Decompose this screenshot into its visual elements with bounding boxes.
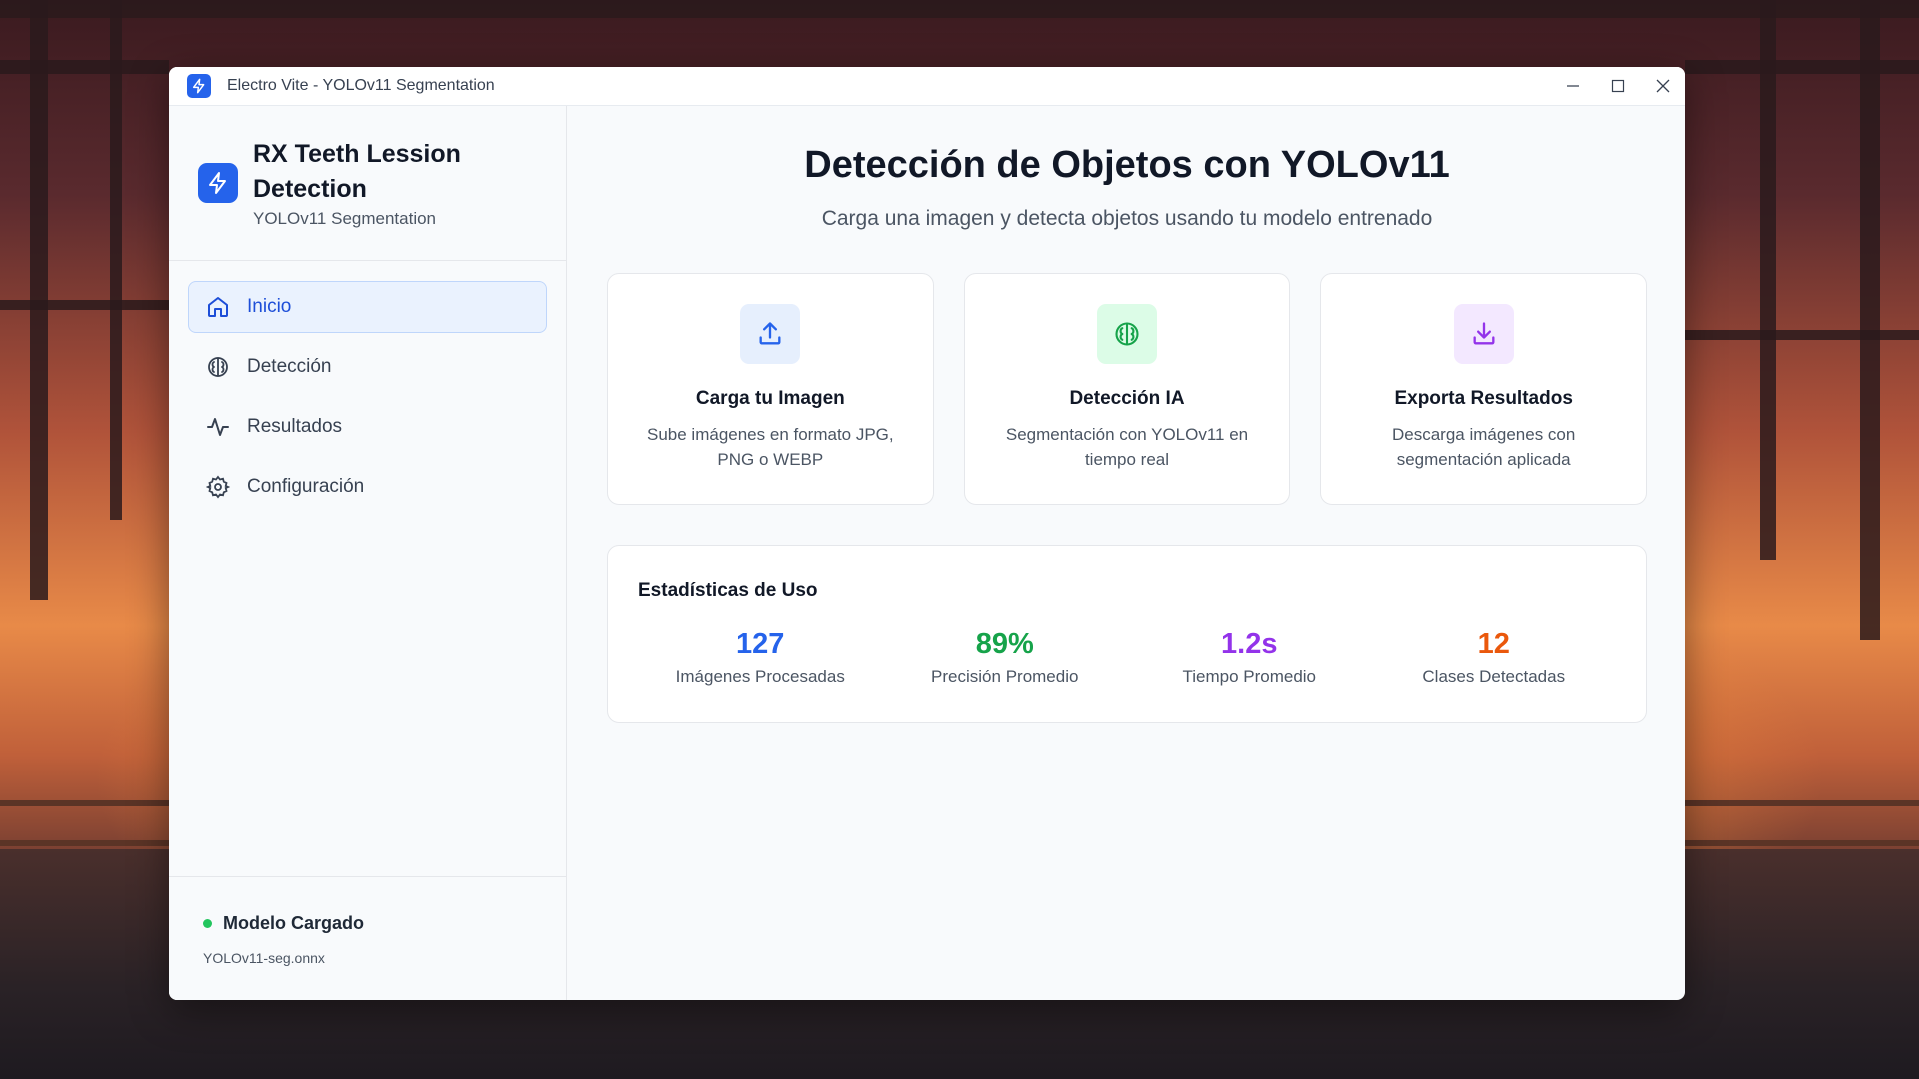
sidebar-item-configuracion[interactable]: Configuración <box>188 461 547 513</box>
sidebar: RX Teeth Lession Detection YOLOv11 Segme… <box>169 106 567 1000</box>
activity-icon <box>205 414 231 440</box>
sidebar-item-label: Detección <box>247 356 332 377</box>
app-bolt-icon <box>187 74 211 98</box>
card-description: Segmentación con YOLOv11 en tiempo real <box>1005 425 1249 469</box>
model-file-name: YOLOv11-seg.onnx <box>203 950 325 966</box>
bolt-icon <box>198 163 238 203</box>
gear-icon <box>205 474 231 500</box>
card-description: Sube imágenes en formato JPG, PNG o WEBP <box>647 425 894 469</box>
stat-label: Tiempo Promedio <box>1182 667 1317 686</box>
stat-value: 89% <box>975 628 1034 660</box>
sidebar-item-label: Inicio <box>247 296 292 317</box>
app-window: Electro Vite - YOLOv11 Segmentation RX T… <box>169 67 1685 1000</box>
close-button[interactable] <box>1640 67 1685 105</box>
stat-average-time: 1.2s Tiempo Promedio <box>1127 628 1372 687</box>
maximize-icon <box>1611 79 1624 93</box>
status-dot <box>203 919 212 928</box>
main-content: Detección de Objetos con YOLOv11 Carga u… <box>567 106 1685 1000</box>
sidebar-item-label: Configuración <box>247 476 365 497</box>
title-bar: Electro Vite - YOLOv11 Segmentation <box>169 67 1685 106</box>
brand-subtitle: YOLOv11 Segmentation <box>253 209 437 228</box>
stat-label: Imágenes Procesadas <box>675 667 845 686</box>
card-title: Carga tu Imagen <box>695 388 845 409</box>
usage-stats-panel: Estadísticas de Uso 127 Imágenes Procesa… <box>607 545 1647 723</box>
brain-icon <box>1097 304 1157 364</box>
sidebar-item-deteccion[interactable]: Detección <box>188 341 547 393</box>
feature-cards: Carga tu Imagen Sube imágenes en formato… <box>607 273 1648 505</box>
sidebar-nav: Inicio Detección Resultados Configuració… <box>169 261 566 876</box>
sidebar-item-resultados[interactable]: Resultados <box>188 401 547 453</box>
minimize-button[interactable] <box>1550 67 1595 105</box>
brand-title: RX Teeth Lession Detection <box>253 140 461 203</box>
stat-label: Precisión Promedio <box>931 667 1079 686</box>
stat-value: 127 <box>736 628 785 660</box>
maximize-button[interactable] <box>1595 67 1640 105</box>
card-title: Exporta Resultados <box>1394 388 1573 409</box>
card-title: Detección IA <box>1069 388 1185 409</box>
page-title: Detección de Objetos con YOLOv11 <box>804 144 1450 186</box>
card-description: Descarga imágenes con segmentación aplic… <box>1392 425 1576 469</box>
upload-icon <box>740 304 801 364</box>
page-subtitle: Carga una imagen y detecta objetos usand… <box>821 207 1433 230</box>
sidebar-item-label: Resultados <box>247 416 343 437</box>
status-label: Modelo Cargado <box>223 913 365 933</box>
stat-value: 12 <box>1477 628 1510 660</box>
model-status: Modelo Cargado YOLOv11-seg.onnx <box>169 876 566 1000</box>
stat-average-precision: 89% Precisión Promedio <box>883 628 1128 687</box>
sidebar-item-inicio[interactable]: Inicio <box>188 281 547 333</box>
download-icon <box>1453 304 1514 364</box>
feature-card-export[interactable]: Exporta Resultados Descarga imágenes con… <box>1320 273 1648 505</box>
brand-header: RX Teeth Lession Detection YOLOv11 Segme… <box>169 106 566 261</box>
stats-title: Estadísticas de Uso <box>638 580 818 601</box>
minimize-icon <box>1566 85 1579 87</box>
home-icon <box>205 294 231 320</box>
close-icon <box>1656 79 1669 93</box>
stat-label: Clases Detectadas <box>1422 667 1566 686</box>
feature-card-detection[interactable]: Detección IA Segmentación con YOLOv11 en… <box>963 273 1291 505</box>
window-title: Electro Vite - YOLOv11 Segmentation <box>227 77 495 94</box>
stat-images-processed: 127 Imágenes Procesadas <box>638 628 883 687</box>
feature-card-upload[interactable]: Carga tu Imagen Sube imágenes en formato… <box>607 273 934 505</box>
stat-classes-detected: 12 Clases Detectadas <box>1372 628 1617 687</box>
brain-icon <box>205 354 231 380</box>
stat-value: 1.2s <box>1221 628 1278 660</box>
